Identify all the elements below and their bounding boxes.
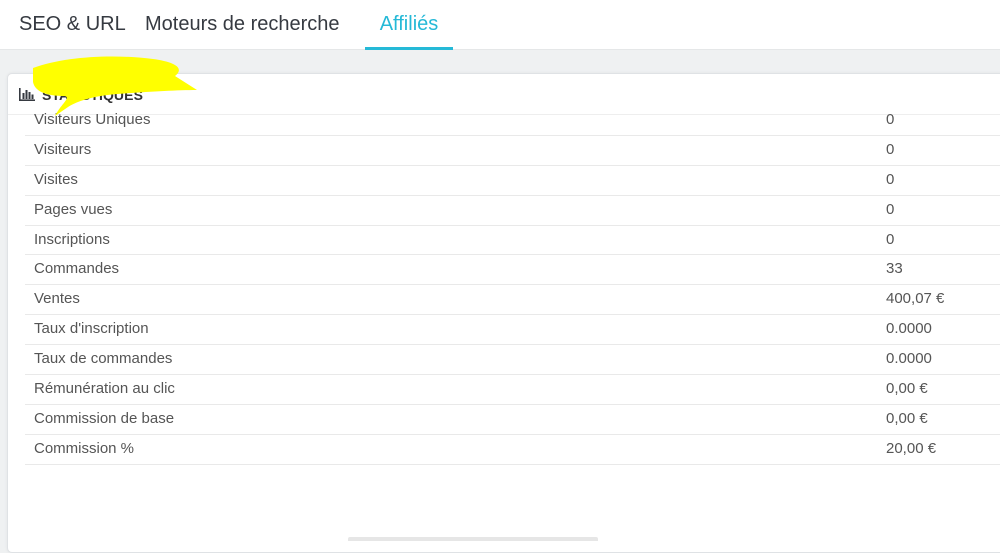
stat-row: Pages vues 0: [25, 196, 1000, 226]
stat-row: Inscriptions 0: [25, 226, 1000, 256]
statistics-table: Visiteurs Uniques 0 Visiteurs 0 Visites 0 P…: [25, 106, 1000, 465]
stat-row: Commission % 20,00 €: [25, 435, 1000, 465]
tab-affiliates[interactable]: Affiliés: [365, 0, 453, 50]
stat-label: Visites: [34, 170, 78, 188]
horizontal-scrollbar[interactable]: [348, 537, 598, 541]
stat-label: Commission %: [34, 439, 135, 457]
stat-value: 0: [886, 111, 895, 128]
stat-label: Taux d'inscription: [34, 320, 149, 338]
tab-bar: SEO & URL Moteurs de recherche Affiliés: [0, 0, 1000, 50]
stat-row: Taux d'inscription 0.0000: [25, 315, 1000, 346]
stat-value: 20,00 €: [886, 439, 937, 457]
tab-seo-url[interactable]: SEO & URL: [19, 0, 126, 50]
tab-search-engines[interactable]: Moteurs de recherche: [145, 0, 340, 50]
stat-label: Inscriptions: [34, 230, 110, 248]
stat-value: 0.0000: [886, 320, 932, 338]
stat-row: Commandes 33: [25, 255, 1000, 286]
stat-row: Taux de commandes 0.0000: [25, 345, 1000, 376]
stat-value: 0,00 €: [886, 409, 928, 427]
stat-label: Ventes: [34, 290, 80, 308]
stat-value: 0: [886, 200, 895, 218]
stat-value: 0.0000: [886, 350, 932, 368]
stat-value: 400,07 €: [886, 290, 945, 308]
stat-value: 33: [886, 260, 903, 278]
redaction-mark: [33, 56, 197, 116]
stat-label: Commandes: [34, 260, 120, 278]
stat-row: Ventes 400,07 €: [25, 285, 1000, 316]
stat-row: Commission de base 0,00 €: [25, 405, 1000, 435]
stat-label: Rémunération au clic: [34, 380, 175, 398]
stat-label: Commission de base: [34, 409, 175, 427]
stat-row: Rémunération au clic 0,00 €: [25, 375, 1000, 405]
stat-label: Visiteurs: [34, 140, 92, 158]
stat-row: Visites 0: [25, 166, 1000, 196]
stat-value: 0,00 €: [886, 380, 928, 398]
stat-label: Pages vues: [34, 200, 113, 218]
stat-label: Taux de commandes: [34, 350, 173, 368]
stat-value: 0: [886, 140, 895, 158]
stat-value: 0: [886, 230, 895, 248]
stat-value: 0: [886, 170, 895, 188]
stat-row: Visiteurs 0: [25, 136, 1000, 166]
